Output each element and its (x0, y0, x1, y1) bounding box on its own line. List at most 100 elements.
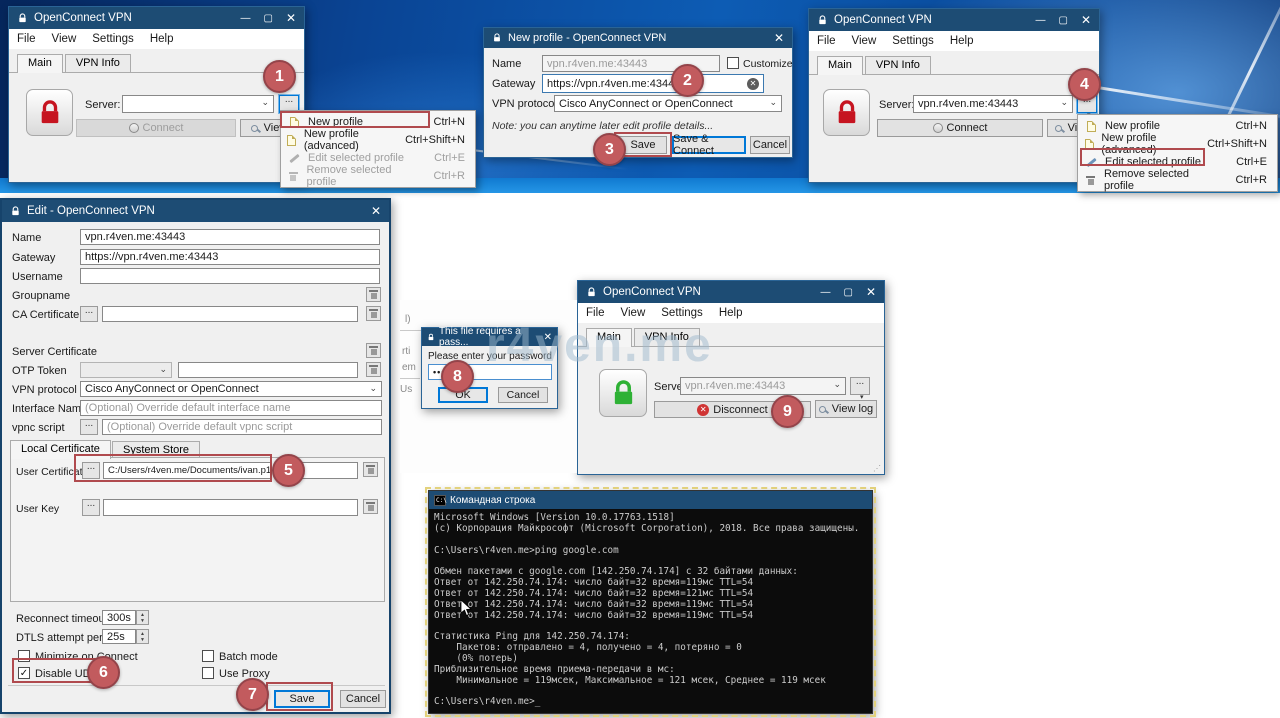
interface-name-field[interactable]: (Optional) Override default interface na… (80, 400, 382, 416)
tab-vpn-info[interactable]: VPN Info (634, 328, 700, 347)
protocol-label: VPN protocol (12, 384, 77, 396)
menu-settings[interactable]: Settings (884, 35, 942, 47)
trash-icon (367, 502, 374, 511)
gateway-field[interactable]: https://vpn.r4ven.me:43443 (80, 249, 380, 265)
clear-ca-cert-button[interactable] (366, 306, 381, 321)
tab-main[interactable]: Main (586, 328, 632, 347)
menu-file[interactable]: File (9, 33, 44, 45)
reconnect-timeout-field[interactable]: 300s (102, 610, 136, 625)
gateway-value: https://vpn.r4ven.me:43443 (547, 78, 680, 90)
gateway-field[interactable]: https://vpn.r4ven.me:43443 ✕ (542, 74, 764, 93)
cancel-button[interactable]: Cancel (750, 136, 790, 154)
globe-icon (129, 123, 139, 133)
maximize-button[interactable]: ▢ (263, 13, 272, 24)
ca-certificate-field[interactable] (102, 306, 358, 322)
save-button[interactable]: Save (274, 690, 330, 708)
tab-vpn-info[interactable]: VPN Info (865, 56, 931, 75)
dtls-spinner[interactable]: ▲▼ (136, 629, 149, 644)
menu-shortcut: Ctrl+Shift+N (1185, 138, 1267, 150)
protocol-combobox[interactable]: Cisco AnyConnect or OpenConnect (554, 95, 782, 112)
close-button[interactable]: ✕ (286, 11, 296, 25)
cancel-button[interactable]: Cancel (498, 387, 548, 403)
otp-token-field[interactable] (178, 362, 358, 378)
maximize-button[interactable]: ▢ (843, 287, 852, 298)
menu-item-new-profile-advanced[interactable]: New profile (advanced) Ctrl+Shift+N (1078, 135, 1277, 153)
clear-otp-button[interactable] (366, 362, 381, 377)
menu-file[interactable]: File (809, 35, 844, 47)
minimize-on-connect-checkbox[interactable] (18, 650, 30, 662)
server-combobox[interactable]: vpn.r4ven.me:43443 (680, 377, 846, 395)
user-key-field[interactable] (103, 499, 358, 516)
tab-main[interactable]: Main (17, 54, 63, 73)
menu-shortcut: Ctrl+N (412, 116, 465, 128)
resize-grip[interactable]: ⋰ (873, 464, 881, 473)
clear-user-key-button[interactable] (363, 499, 378, 514)
menu-view[interactable]: View (613, 307, 654, 319)
menu-settings[interactable]: Settings (84, 33, 142, 45)
cancel-label: Cancel (753, 139, 787, 151)
close-button[interactable]: ✕ (371, 204, 381, 218)
server-combobox[interactable]: vpn.r4ven.me:43443 (913, 95, 1073, 113)
menu-view[interactable]: View (44, 33, 85, 45)
titlebar: OpenConnect VPN — ▢ ✕ (578, 281, 884, 303)
close-button[interactable]: ✕ (544, 332, 552, 343)
user-cert-password-field[interactable] (302, 462, 358, 479)
save-and-connect-button[interactable]: Save & Connect (672, 136, 746, 154)
menu-file[interactable]: File (578, 307, 613, 319)
groupname-label: Groupname (12, 290, 70, 302)
trash-icon (370, 309, 377, 318)
terminal-output[interactable]: Microsoft Windows [Version 10.0.17763.15… (429, 509, 872, 713)
disable-udp-checkbox[interactable]: ✓ (18, 667, 30, 679)
menu-help[interactable]: Help (142, 33, 182, 45)
minimize-button[interactable]: — (1035, 15, 1045, 26)
magnifier-icon (1055, 125, 1062, 132)
tab-vpn-info[interactable]: VPN Info (65, 54, 131, 73)
clear-field-icon[interactable]: ✕ (747, 78, 759, 90)
window-title: OpenConnect VPN (834, 14, 932, 26)
maximize-button[interactable]: ▢ (1058, 15, 1067, 26)
name-field[interactable]: vpn.r4ven.me:43443 (80, 229, 380, 245)
batch-mode-checkbox[interactable] (202, 650, 214, 662)
save-button[interactable]: Save (619, 136, 667, 154)
view-log-button[interactable]: View log (815, 400, 877, 418)
menu-item-remove-profile[interactable]: Remove selected profile Ctrl+R (1078, 171, 1277, 189)
clear-user-cert-button[interactable] (363, 462, 378, 477)
menu-item-remove-profile[interactable]: Remove selected profile Ctrl+R (281, 167, 475, 185)
close-button[interactable]: ✕ (866, 285, 876, 299)
minimize-button[interactable]: — (240, 13, 250, 24)
minimize-button[interactable]: — (820, 287, 830, 298)
close-button[interactable]: ✕ (774, 31, 784, 45)
browse-ca-cert-button[interactable]: ... (80, 306, 98, 322)
protocol-combobox[interactable]: Cisco AnyConnect or OpenConnect (80, 381, 382, 397)
vpnc-script-field[interactable]: (Optional) Override default vpnc script (102, 419, 382, 435)
menu-settings[interactable]: Settings (653, 307, 711, 319)
menu-view[interactable]: View (844, 35, 885, 47)
password-dialog: This file requires a pass... ✕ Please en… (421, 327, 558, 409)
clear-server-cert-button[interactable] (366, 343, 381, 358)
cancel-button[interactable]: Cancel (340, 690, 386, 708)
otp-type-combobox[interactable] (80, 362, 172, 378)
openconnect-window-connected: OpenConnect VPN — ▢ ✕ File View Settings… (577, 280, 885, 475)
tab-strip: Main VPN Info (809, 51, 1099, 75)
menu-help[interactable]: Help (942, 35, 982, 47)
clear-groupname-button[interactable] (366, 287, 381, 302)
tab-main[interactable]: Main (817, 56, 863, 75)
tab-local-certificate[interactable]: Local Certificate (10, 440, 111, 459)
customize-checkbox[interactable] (727, 57, 739, 69)
close-button[interactable]: ✕ (1081, 13, 1091, 27)
protocol-label: VPN protocol (492, 98, 557, 110)
reconnect-spinner[interactable]: ▲▼ (136, 610, 149, 625)
browse-user-key-button[interactable]: ... (82, 499, 100, 516)
server-combobox[interactable] (122, 95, 274, 113)
user-certificate-field[interactable]: C:/Users/r4ven.me/Documents/ivan.p12 (103, 462, 271, 479)
menu-help[interactable]: Help (711, 307, 751, 319)
use-proxy-checkbox[interactable] (202, 667, 214, 679)
red-lock-icon (835, 99, 859, 127)
browse-user-cert-button[interactable]: ... (82, 462, 100, 479)
menu-item-new-profile-advanced[interactable]: New profile (advanced) Ctrl+Shift+N (281, 131, 475, 149)
connect-button[interactable]: Connect (877, 119, 1043, 137)
username-field[interactable] (80, 268, 380, 284)
connect-button[interactable]: Connect (76, 119, 236, 137)
browse-vpnc-button[interactable]: ... (80, 419, 98, 435)
dtls-period-field[interactable]: 25s (102, 629, 136, 644)
